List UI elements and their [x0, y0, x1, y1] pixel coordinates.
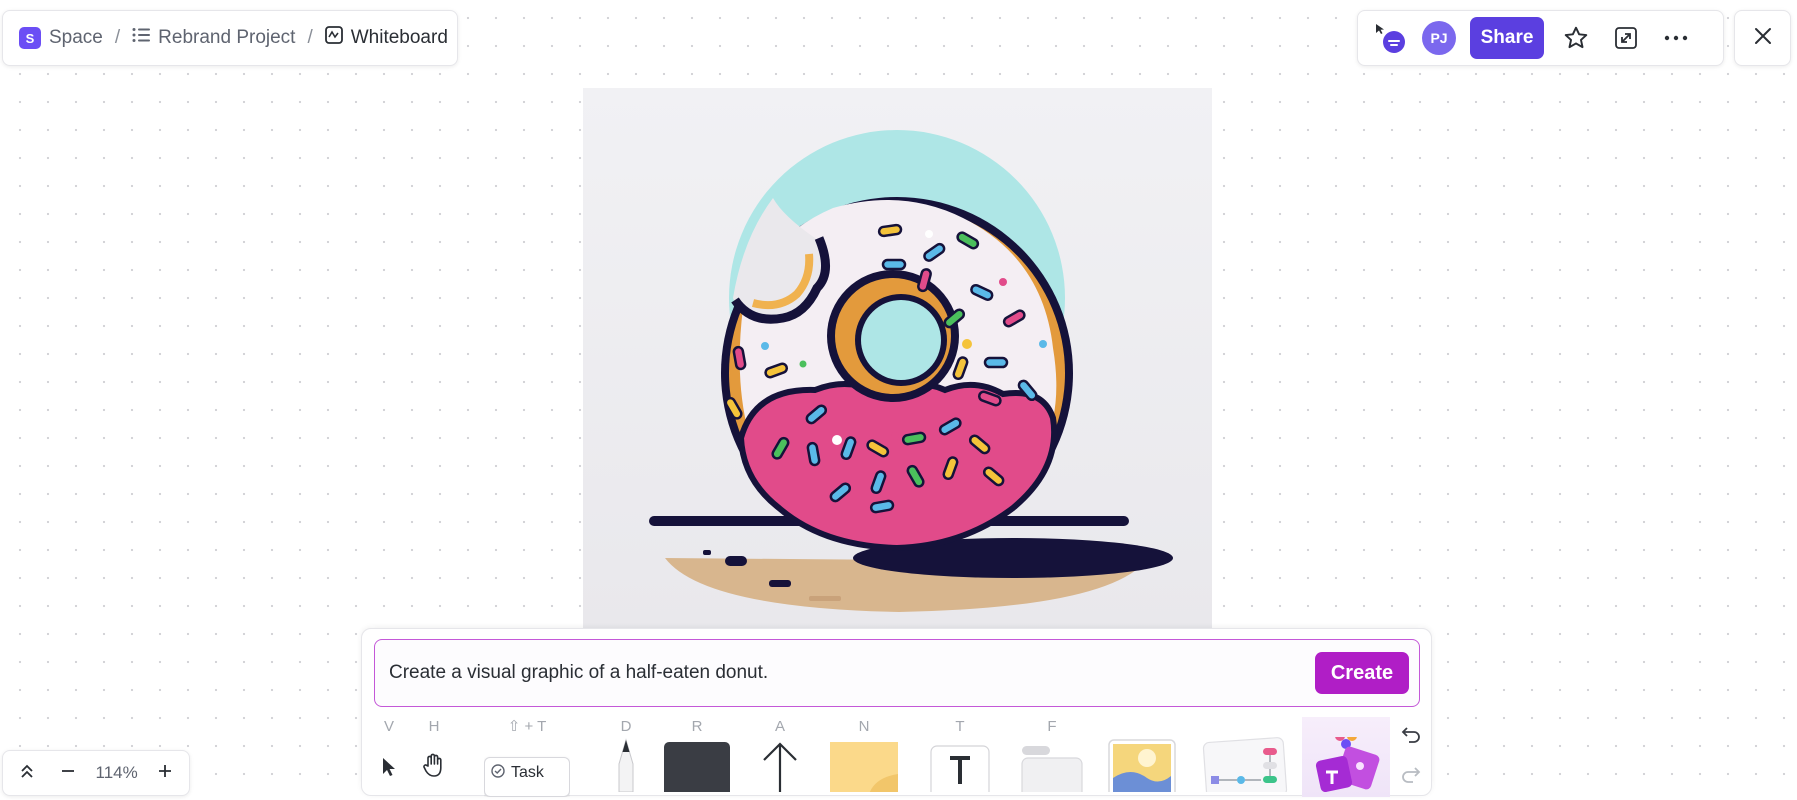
hand-icon	[421, 752, 447, 783]
minus-icon	[60, 763, 76, 784]
top-toolbar: PJ Share	[1357, 10, 1724, 66]
task-card-preview: Task	[484, 757, 570, 797]
tool-sticky-note[interactable]: N	[824, 717, 904, 797]
frame-icon	[1021, 744, 1083, 797]
ai-prompt-panel: Create V H ⇧ + T	[361, 628, 1433, 797]
create-button[interactable]: Create	[1315, 652, 1409, 694]
collapse-toolbar-button[interactable]	[13, 759, 41, 787]
plus-icon	[157, 763, 173, 784]
tool-task[interactable]: ⇧ + T Task	[478, 717, 576, 797]
pointer-icon	[380, 756, 398, 783]
ai-generate-icon	[1304, 737, 1388, 797]
text-t-icon	[930, 744, 990, 797]
redo-icon[interactable]	[1400, 765, 1422, 790]
close-icon	[1753, 26, 1773, 51]
zoom-controls: 114%	[2, 750, 190, 796]
arrow-up-icon	[760, 740, 800, 797]
sticky-note-icon	[828, 738, 900, 797]
space-badge: S	[19, 27, 41, 49]
zoom-out-button[interactable]	[54, 759, 82, 787]
prompt-box: Create	[374, 639, 1420, 707]
more-icon[interactable]	[1658, 20, 1694, 56]
tool-ai-generate[interactable]	[1302, 717, 1390, 797]
tool-note-shortcut: N	[858, 718, 870, 735]
tool-arrow[interactable]: A	[748, 717, 812, 797]
breadcrumb-separator: /	[307, 27, 313, 48]
tool-diagram[interactable]	[1196, 717, 1292, 797]
tool-text-shortcut: T	[955, 718, 965, 735]
history-controls	[1390, 717, 1432, 797]
list-icon	[132, 27, 151, 49]
tool-rectangle-shortcut: R	[691, 718, 703, 735]
tool-draw-shortcut: D	[620, 718, 632, 735]
avatar[interactable]: PJ	[1422, 21, 1456, 55]
tool-frame-shortcut: F	[1047, 718, 1057, 735]
breadcrumb-separator: /	[114, 27, 121, 48]
tool-hand[interactable]: H	[418, 717, 450, 797]
tool-arrow-shortcut: A	[774, 718, 785, 735]
image-icon	[1107, 738, 1177, 797]
double-chevron-up-icon	[19, 763, 35, 784]
pencil-icon	[611, 738, 641, 797]
tool-image[interactable]	[1106, 717, 1178, 797]
zoom-level[interactable]: 114%	[96, 763, 138, 783]
rectangle-shape-icon	[663, 740, 731, 797]
donut-graphic	[649, 130, 1173, 612]
zoom-in-button[interactable]	[151, 759, 179, 787]
check-circle-icon	[491, 764, 505, 783]
flowchart-icon	[1199, 737, 1289, 797]
tool-select[interactable]: V	[374, 717, 404, 797]
undo-icon[interactable]	[1400, 725, 1422, 750]
breadcrumb-space-label: Space	[49, 27, 103, 48]
breadcrumb-project[interactable]: Rebrand Project	[132, 27, 295, 49]
expand-icon[interactable]	[1608, 20, 1644, 56]
tool-draw[interactable]: D	[598, 717, 654, 797]
tool-task-shortcut: ⇧ + T	[507, 718, 547, 735]
tool-dock: V H ⇧ + T Task D R A N T F	[362, 717, 1433, 797]
tool-text[interactable]: T	[928, 717, 992, 797]
whiteboard-icon	[324, 26, 343, 50]
breadcrumb-project-label: Rebrand Project	[158, 27, 296, 48]
breadcrumb-page[interactable]: Whiteboard	[324, 26, 448, 50]
breadcrumb: S Space / Rebrand Project / Whiteboard	[2, 10, 458, 66]
generated-image[interactable]	[583, 88, 1212, 630]
task-card-label: Task	[511, 764, 544, 781]
tool-rectangle[interactable]: R	[658, 717, 736, 797]
breadcrumb-page-label: Whiteboard	[350, 27, 448, 48]
tool-select-shortcut: V	[383, 718, 394, 735]
prompt-input[interactable]	[389, 662, 1419, 684]
close-button[interactable]	[1734, 10, 1791, 66]
tool-hand-shortcut: H	[428, 718, 440, 735]
breadcrumb-space[interactable]: S Space	[19, 27, 103, 49]
tool-frame[interactable]: F	[1020, 717, 1084, 797]
collaborator-cursor-icon[interactable]	[1372, 20, 1408, 56]
star-icon[interactable]	[1558, 20, 1594, 56]
share-button[interactable]: Share	[1470, 17, 1544, 59]
